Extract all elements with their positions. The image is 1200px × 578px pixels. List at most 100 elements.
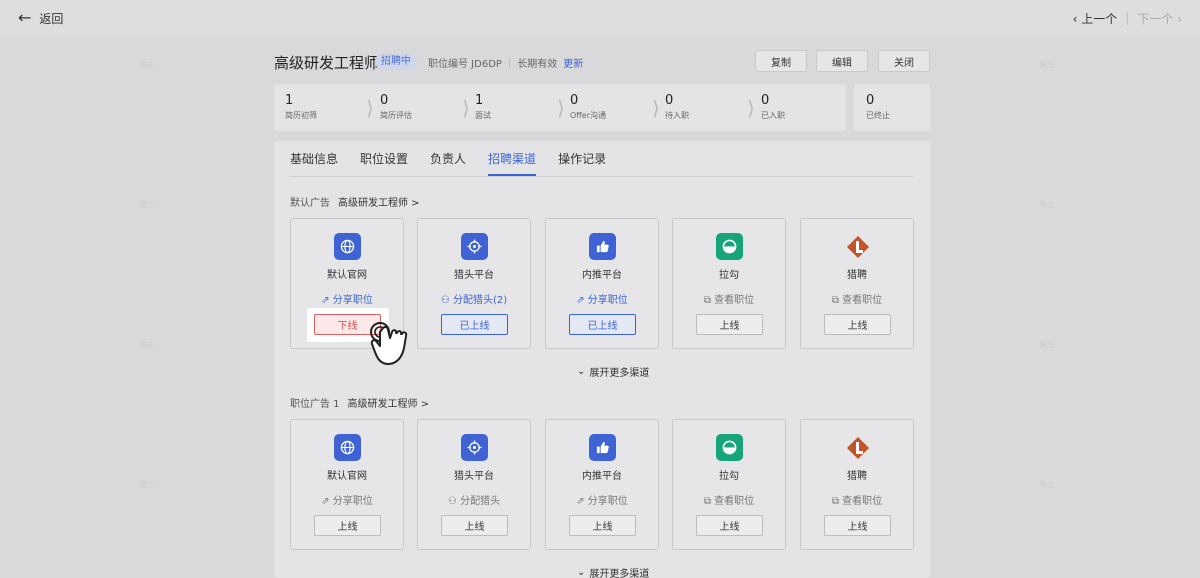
go-online-button[interactable]: 上线 (314, 515, 381, 536)
share-icon: ⇗ (321, 496, 333, 507)
section-job-link[interactable]: 高级研发工程师 > (348, 395, 430, 410)
next-button[interactable]: 下一个 › (1137, 10, 1182, 27)
tab-recruiting-channels[interactable]: 招聘渠道 (488, 141, 537, 176)
share-icon: ⇗ (576, 295, 588, 306)
users-icon: ⚇ (440, 295, 453, 306)
assign-headhunter-link[interactable]: ⚇ 分配猎头 (418, 492, 530, 507)
section-name: 默认广告 (290, 198, 330, 209)
section-job-ad-1-label: 职位广告 1 高级研发工程师 > (290, 395, 429, 410)
channel-name: 内推平台 (582, 270, 622, 281)
pipeline-stats: 1 简历初筛 ⟩ 0 简历评估 ⟩ 1 面试 ⟩ 0 Offer沟通 ⟩ 0 待… (274, 84, 846, 131)
job-meta: 职位编号 JD6DP | 长期有效 更新 (428, 55, 583, 70)
prev-label: 上一个 (1081, 11, 1118, 26)
action-label: 分享职位 (332, 295, 373, 306)
stat-value: 0 (380, 93, 389, 108)
stat-interview[interactable]: 1 面试 (475, 93, 491, 121)
tab-owner[interactable]: 负责人 (430, 141, 466, 176)
crosshair-icon (461, 233, 488, 260)
crosshair-icon (461, 434, 488, 461)
stat-evaluation[interactable]: 0 简历评估 (380, 93, 412, 121)
liepin-logo-icon (844, 434, 871, 461)
go-online-button[interactable]: 上线 (824, 515, 891, 536)
stat-pending-onboard[interactable]: 0 待入职 (665, 93, 689, 121)
edit-button[interactable]: 编辑 (816, 50, 868, 72)
online-status-button[interactable]: 已上线 (569, 314, 636, 335)
go-online-button[interactable]: 上线 (569, 515, 636, 536)
stat-label: 面试 (475, 111, 491, 120)
share-job-link[interactable]: ⇗ 分享职位 (546, 492, 658, 507)
stat-offer[interactable]: 0 Offer沟通 (570, 93, 606, 121)
online-status-button[interactable]: 已上线 (441, 314, 508, 335)
watermark-text: 陈三 (140, 61, 154, 69)
section-default-ad-label: 默认广告 高级研发工程师 > (290, 194, 420, 209)
expand-label: 展开更多渠道 (589, 368, 650, 379)
view-job-link[interactable]: ⧉ 查看职位 (801, 291, 913, 306)
job-code: 职位编号 JD6DP (428, 59, 502, 70)
channel-lagou: 拉勾 ⧉ 查看职位 上线 (672, 419, 786, 550)
meta-divider: | (507, 57, 512, 68)
channel-headhunter: 猎头平台 ⚇ 分配猎头(2) 已上线 (417, 218, 531, 349)
chevron-down-icon: ⌄ (577, 366, 586, 377)
globe-icon (334, 434, 361, 461)
watermark-text: 陈三 (1040, 481, 1054, 489)
status-badge: 招聘中 (375, 53, 417, 70)
top-bar: ← 返回 ‹ 上一个 | 下一个 › (0, 0, 1200, 36)
chevron-separator-icon: ⟩ (557, 96, 565, 120)
view-job-link[interactable]: ⧉ 查看职位 (673, 291, 785, 306)
channel-headhunter: 猎头平台 ⚇ 分配猎头 上线 (417, 419, 531, 550)
channel-liepin: 猎聘 ⧉ 查看职位 上线 (800, 419, 914, 550)
prev-button[interactable]: ‹ 上一个 (1073, 10, 1118, 27)
channel-official-site: 默认官网 ⇗ 分享职位 上线 (290, 419, 404, 550)
view-job-link[interactable]: ⧉ 查看职位 (801, 492, 913, 507)
stat-terminated[interactable]: 0 已终止 (866, 93, 890, 121)
tabs-divider (290, 176, 914, 177)
stat-value: 0 (866, 93, 875, 108)
channel-name: 内推平台 (582, 471, 622, 482)
section-name: 职位广告 1 (290, 399, 340, 410)
back-button[interactable]: ← 返回 (18, 10, 63, 27)
stat-value: 0 (665, 93, 674, 108)
assign-headhunter-link[interactable]: ⚇ 分配猎头(2) (418, 291, 530, 306)
stat-value: 1 (285, 93, 294, 108)
watermark-text: 陈三 (140, 201, 154, 209)
channel-lagou: 拉勾 ⧉ 查看职位 上线 (672, 218, 786, 349)
tab-job-settings[interactable]: 职位设置 (360, 141, 408, 176)
channel-name: 拉勾 (719, 471, 739, 482)
stat-label: 已终止 (866, 111, 890, 120)
stat-onboarded[interactable]: 0 已入职 (761, 93, 785, 121)
share-job-link[interactable]: ⇗ 分享职位 (546, 291, 658, 306)
stat-label: 简历评估 (380, 111, 412, 120)
stat-value: 1 (475, 93, 484, 108)
go-online-button[interactable]: 上线 (696, 515, 763, 536)
channel-name: 猎聘 (847, 270, 867, 281)
chevron-down-icon: ⌄ (577, 567, 586, 578)
channel-name: 猎聘 (847, 471, 867, 482)
tab-basic-info[interactable]: 基础信息 (290, 141, 338, 176)
copy-button[interactable]: 复制 (755, 50, 807, 72)
action-label: 查看职位 (842, 295, 883, 306)
stat-label: 已入职 (761, 111, 785, 120)
stat-screening[interactable]: 1 简历初筛 (285, 93, 317, 121)
thumbs-up-icon (589, 434, 616, 461)
action-label: 分享职位 (332, 496, 373, 507)
share-job-link[interactable]: ⇗ 分享职位 (291, 291, 403, 306)
channel-name: 拉勾 (719, 270, 739, 281)
external-link-icon: ⧉ (831, 496, 843, 507)
thumbs-up-icon (589, 233, 616, 260)
close-button[interactable]: 关闭 (878, 50, 930, 72)
expand-label: 展开更多渠道 (589, 569, 650, 578)
tab-operation-log[interactable]: 操作记录 (558, 141, 606, 176)
update-link[interactable]: 更新 (563, 55, 583, 70)
lagou-logo-icon (716, 434, 743, 461)
hand-pointer-icon (370, 322, 408, 365)
expand-more-channels[interactable]: ⌄ 展开更多渠道 (577, 565, 649, 578)
share-job-link[interactable]: ⇗ 分享职位 (291, 492, 403, 507)
share-icon: ⇗ (576, 496, 588, 507)
section-job-link[interactable]: 高级研发工程师 > (338, 194, 420, 209)
go-online-button[interactable]: 上线 (696, 314, 763, 335)
go-online-button[interactable]: 上线 (441, 515, 508, 536)
view-job-link[interactable]: ⧉ 查看职位 (673, 492, 785, 507)
expand-more-channels[interactable]: ⌄ 展开更多渠道 (577, 364, 649, 379)
channel-liepin: 猎聘 ⧉ 查看职位 上线 (800, 218, 914, 349)
go-online-button[interactable]: 上线 (824, 314, 891, 335)
